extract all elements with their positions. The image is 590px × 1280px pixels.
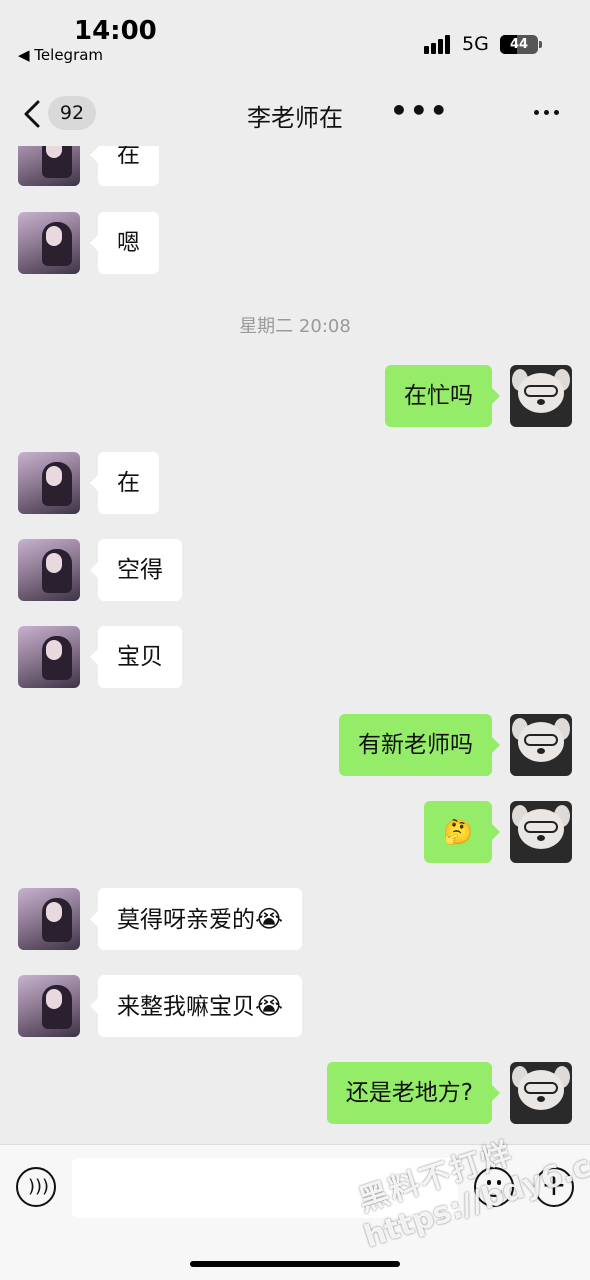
message-bubble-incoming[interactable]: 来整我嘛宝贝😭 (89, 975, 303, 1037)
status-time: 14:00 (74, 16, 157, 46)
battery-icon: 44 (500, 35, 542, 54)
self-avatar[interactable] (510, 801, 572, 863)
home-indicator[interactable] (190, 1261, 400, 1267)
message-bubble-incoming[interactable]: 在 (90, 146, 159, 186)
message-text: 莫得呀亲爱的 (117, 907, 255, 933)
contact-avatar[interactable] (18, 626, 80, 688)
message-bubble-incoming[interactable]: 莫得呀亲爱的😭 (89, 888, 303, 950)
message-bubble-outgoing[interactable]: 在忙吗 (385, 365, 500, 427)
contact-avatar[interactable] (18, 146, 80, 186)
message-bubble-incoming[interactable]: 宝贝 (90, 626, 182, 688)
network-type: 5G (462, 33, 489, 55)
contact-avatar[interactable] (18, 975, 80, 1037)
status-bar: 14:00 ◀ Telegram 5G 44 (0, 0, 590, 70)
message-bubble-outgoing[interactable]: 还是老地方? (326, 1062, 501, 1124)
cellular-signal-icon (424, 34, 454, 54)
self-avatar[interactable] (510, 365, 572, 427)
chat-title: 李老师在 (247, 104, 343, 132)
message-text: 来整我嘛宝贝 (117, 994, 255, 1020)
title-dots: ••• (390, 94, 450, 127)
message-bubble-outgoing[interactable]: 有新老师吗 (339, 714, 500, 776)
chat-header: 92 李老师在 ••• (0, 82, 590, 146)
message-bubble-incoming[interactable]: 空得 (90, 539, 182, 601)
message-bubble-incoming[interactable]: 嗯 (90, 212, 159, 274)
back-to-telegram-link[interactable]: ◀ Telegram (18, 46, 103, 64)
contact-avatar[interactable] (18, 212, 80, 274)
voice-icon[interactable]: ))) (16, 1167, 56, 1207)
battery-percent: 44 (509, 37, 529, 52)
message-bubble-outgoing-emoji[interactable]: 🤔 (424, 801, 500, 863)
crying-emoji: 😭 (255, 992, 284, 1020)
more-dots-icon[interactable] (530, 100, 564, 124)
contact-avatar[interactable] (18, 888, 80, 950)
self-avatar[interactable] (510, 714, 572, 776)
contact-avatar[interactable] (18, 452, 80, 514)
crying-emoji: 😭 (255, 905, 284, 933)
message-timestamp: 星期二 20:08 (239, 316, 351, 337)
contact-avatar[interactable] (18, 539, 80, 601)
message-list[interactable]: 在 嗯 星期二 20:08 在忙吗 在 空得 宝贝 有新老师吗 🤔 莫得呀亲爱的… (0, 146, 590, 1144)
message-bubble-incoming[interactable]: 在 (90, 452, 159, 514)
